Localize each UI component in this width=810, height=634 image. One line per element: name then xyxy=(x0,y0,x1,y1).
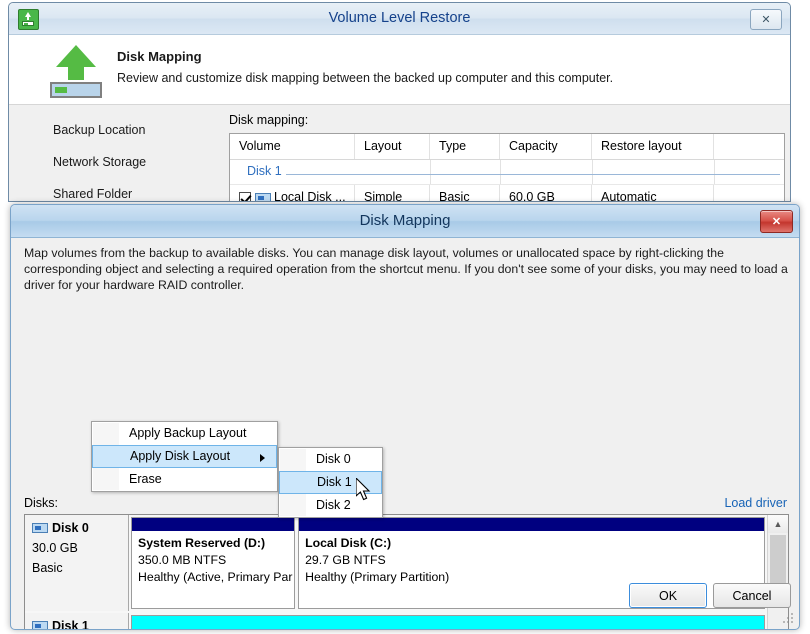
column-header-type[interactable]: Type xyxy=(430,134,500,159)
disk-icon xyxy=(32,621,48,629)
partition-size: 29.7 GB NTFS xyxy=(305,553,386,567)
dialog-titlebar[interactable]: Disk Mapping ✕ xyxy=(11,205,799,238)
mouse-cursor xyxy=(355,476,374,507)
page-subtitle: Review and customize disk mapping betwee… xyxy=(117,71,614,85)
column-header-volume[interactable]: Volume xyxy=(230,134,355,159)
volume-icon xyxy=(255,192,271,201)
disk-partitions-1 xyxy=(129,613,767,629)
green-up-arrow-drive-icon xyxy=(47,43,105,98)
column-header-capacity[interactable]: Capacity xyxy=(500,134,592,159)
dialog-description: Map volumes from the backup to available… xyxy=(24,246,788,292)
close-icon[interactable]: ✕ xyxy=(760,210,793,233)
volume-level-restore-window: Volume Level Restore ✕ Disk Mapping Revi… xyxy=(8,2,791,202)
column-header-layout[interactable]: Layout xyxy=(355,134,430,159)
resize-grip[interactable] xyxy=(783,613,794,624)
background-window-header: Disk Mapping Review and customize disk m… xyxy=(9,35,790,105)
disk-size: 30.0 GB xyxy=(32,541,78,555)
table-header-row: Volume Layout Type Capacity Restore layo… xyxy=(230,134,784,160)
partition-restored-volume[interactable] xyxy=(131,615,765,629)
menu-item-apply-backup-layout[interactable]: Apply Backup Layout xyxy=(92,422,277,445)
column-header-restore-layout[interactable]: Restore layout xyxy=(592,134,714,159)
ok-button[interactable]: OK xyxy=(629,583,707,608)
table-row[interactable]: Local Disk ... Simple Basic 60.0 GB Auto… xyxy=(230,185,784,202)
partition-size: 350.0 MB NTFS xyxy=(138,553,227,567)
background-window-titlebar[interactable]: Volume Level Restore ✕ xyxy=(9,3,790,35)
background-window-title: Volume Level Restore xyxy=(328,10,471,26)
context-menu[interactable]: Apply Backup Layout Apply Disk Layout Er… xyxy=(91,421,278,492)
partition-name: System Reserved (D:) xyxy=(138,536,266,550)
row-checkbox[interactable] xyxy=(239,191,251,201)
sidebar: Backup Location Network Storage Shared F… xyxy=(10,105,210,201)
menu-item-erase[interactable]: Erase xyxy=(92,468,277,491)
partition-bar xyxy=(132,616,764,629)
submenu-item-disk-0[interactable]: Disk 0 xyxy=(279,448,382,471)
table-group-row[interactable]: Disk 1 xyxy=(230,160,784,185)
cell-layout: Simple xyxy=(355,185,430,201)
disk-name: Disk 1 xyxy=(52,619,89,630)
disk-list: Disk 0 30.0 GB Basic System Reserved (D:… xyxy=(24,514,789,630)
scrollbar-thumb[interactable] xyxy=(770,535,786,587)
disk-name: Disk 0 xyxy=(52,521,89,535)
partition-bar xyxy=(299,518,764,531)
partition-status: Healthy (Active, Primary Par xyxy=(138,570,293,584)
partition-bar xyxy=(132,518,295,531)
load-driver-link[interactable]: Load driver xyxy=(724,496,787,510)
partition-system-reserved[interactable]: System Reserved (D:) 350.0 MB NTFS Healt… xyxy=(131,517,296,609)
group-row-label: Disk 1 xyxy=(247,164,286,178)
partition-status: Healthy (Primary Partition) xyxy=(305,570,450,584)
disk-header-1[interactable]: Disk 1 60.0 GB Basic xyxy=(25,613,129,630)
sidebar-item-backup-location[interactable]: Backup Location xyxy=(53,123,145,137)
disks-label: Disks: xyxy=(24,496,59,510)
cell-volume: Local Disk ... xyxy=(274,190,346,202)
cell-blank xyxy=(714,185,784,201)
close-icon[interactable]: ✕ xyxy=(750,9,782,30)
disk-mapping-dialog: Disk Mapping ✕ Map volumes from the back… xyxy=(10,204,800,630)
sidebar-item-network-storage[interactable]: Network Storage xyxy=(53,155,146,169)
partition-name: Local Disk (C:) xyxy=(305,536,392,550)
menu-item-label: Apply Disk Layout xyxy=(130,449,231,463)
cell-type: Basic xyxy=(430,185,500,201)
disk-icon xyxy=(32,523,48,533)
page-title: Disk Mapping xyxy=(117,49,202,64)
cancel-button[interactable]: Cancel xyxy=(713,583,791,608)
menu-item-apply-disk-layout[interactable]: Apply Disk Layout xyxy=(92,445,277,468)
column-header-blank[interactable] xyxy=(714,134,784,159)
dialog-title: Disk Mapping xyxy=(359,212,451,229)
chevron-right-icon xyxy=(260,454,265,462)
disk-header-0[interactable]: Disk 0 30.0 GB Basic xyxy=(25,515,129,611)
disk-type: Basic xyxy=(32,561,63,575)
disk-mapping-table: Volume Layout Type Capacity Restore layo… xyxy=(229,133,785,202)
disk-mapping-label: Disk mapping: xyxy=(229,113,309,127)
cell-capacity: 60.0 GB xyxy=(500,185,592,201)
cell-restore-layout: Automatic xyxy=(592,185,714,201)
sidebar-item-shared-folder[interactable]: Shared Folder xyxy=(53,187,132,201)
background-window-content: Disk mapping: Volume Layout Type Capacit… xyxy=(221,105,790,202)
disk-row-1[interactable]: Disk 1 60.0 GB Basic xyxy=(25,613,767,630)
chevron-up-icon[interactable]: ▲ xyxy=(768,515,788,533)
background-window-body: Backup Location Network Storage Shared F… xyxy=(9,105,790,202)
